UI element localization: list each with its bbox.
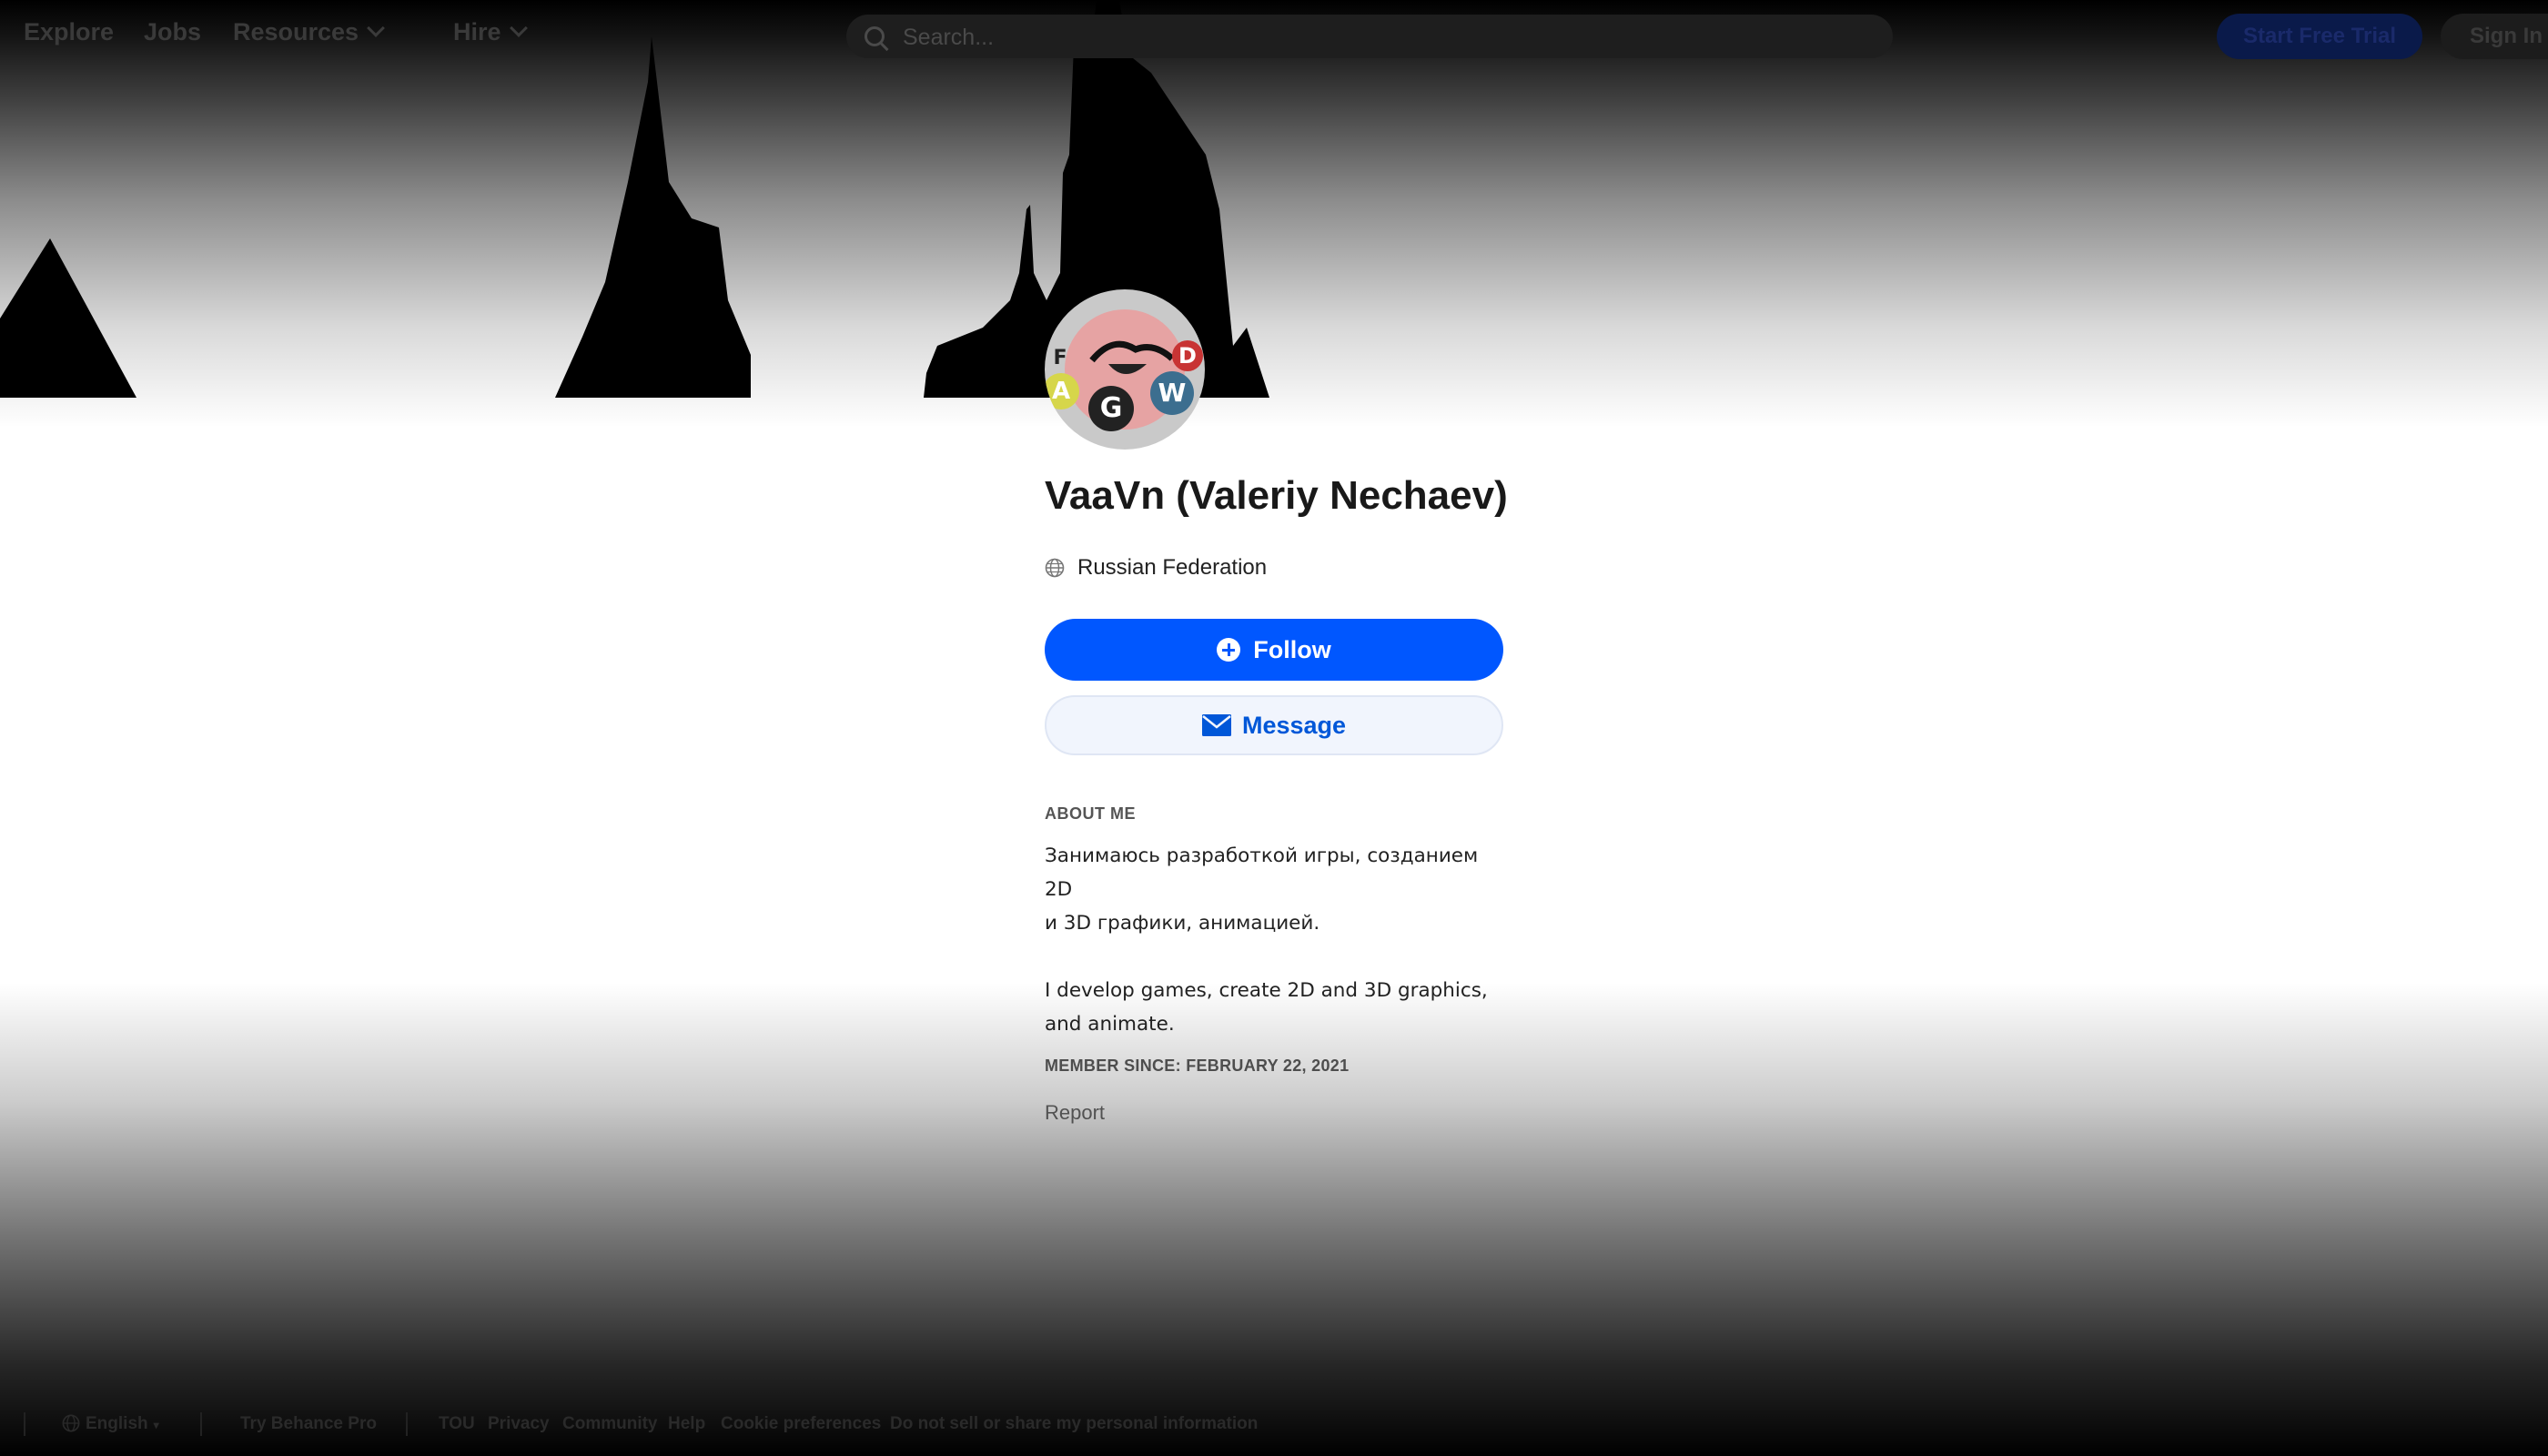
profile-location: Russian Federation [1045,555,1267,581]
language-label: English [86,1414,148,1433]
footer-link-tou[interactable]: TOU [439,1414,475,1434]
footer-bar: English ▾ Try Behance Pro TOU Privacy Com… [0,1409,2548,1441]
message-button[interactable]: Message [1045,695,1503,755]
chevron-down-icon [367,19,385,37]
about-me-text: Занимаюсь разработкой игры, созданием 2D… [1045,844,1488,1036]
avatar: A G W D F [1045,289,1205,450]
search-icon [864,26,885,46]
start-free-trial-button[interactable]: Start Free Trial [2217,14,2422,59]
envelope-icon [1201,714,1231,736]
avatar-badge-g: G [1088,386,1134,431]
nav-hire-label: Hire [453,18,501,46]
plus-circle-icon [1217,638,1241,662]
nav-hire[interactable]: Hire [453,18,528,46]
footer-divider [24,1412,25,1436]
footer-link-community[interactable]: Community [562,1414,658,1434]
nav-resources-label: Resources [233,18,359,46]
nav-resources[interactable]: Resources [233,18,385,46]
chevron-down-icon [509,19,528,37]
footer-divider [406,1412,408,1436]
footer-link-privacy[interactable]: Privacy [488,1414,550,1434]
nav-explore[interactable]: Explore [24,18,114,46]
try-behance-pro-link[interactable]: Try Behance Pro [240,1414,377,1434]
footer-link-cookie-preferences[interactable]: Cookie preferences [721,1414,881,1434]
profile-name: VaaVn (Valeriy Nechaev) [1045,473,1508,518]
search-input[interactable] [901,22,1869,53]
footer-link-do-not-sell[interactable]: Do not sell or share my personal informa… [890,1414,1258,1434]
top-navigation-bar: Explore Jobs Resources Hire Start Free T… [0,0,2548,69]
globe-icon [1045,558,1065,578]
globe-icon [62,1414,80,1432]
message-label: Message [1241,711,1347,739]
language-selector[interactable]: English ▾ [62,1414,159,1434]
follow-button[interactable]: Follow [1045,619,1503,681]
nav-jobs[interactable]: Jobs [144,18,201,46]
caret-down-icon: ▾ [153,1419,159,1431]
avatar-badge-d: D [1172,340,1203,371]
bottom-gradient-overlay [0,983,2548,1456]
location-text: Russian Federation [1077,555,1268,580]
avatar-badge-f: F [1053,347,1067,369]
sign-in-button[interactable]: Sign In [2441,14,2548,59]
footer-link-help[interactable]: Help [668,1414,705,1434]
report-link[interactable]: Report [1045,1101,1105,1125]
about-me-heading: ABOUT ME [1045,804,1136,823]
member-since: MEMBER SINCE: FEBRUARY 22, 2021 [1045,1057,1350,1075]
avatar-badge-w: W [1150,371,1194,415]
follow-label: Follow [1253,635,1331,663]
footer-divider [200,1412,202,1436]
search-bar[interactable] [846,15,1893,58]
